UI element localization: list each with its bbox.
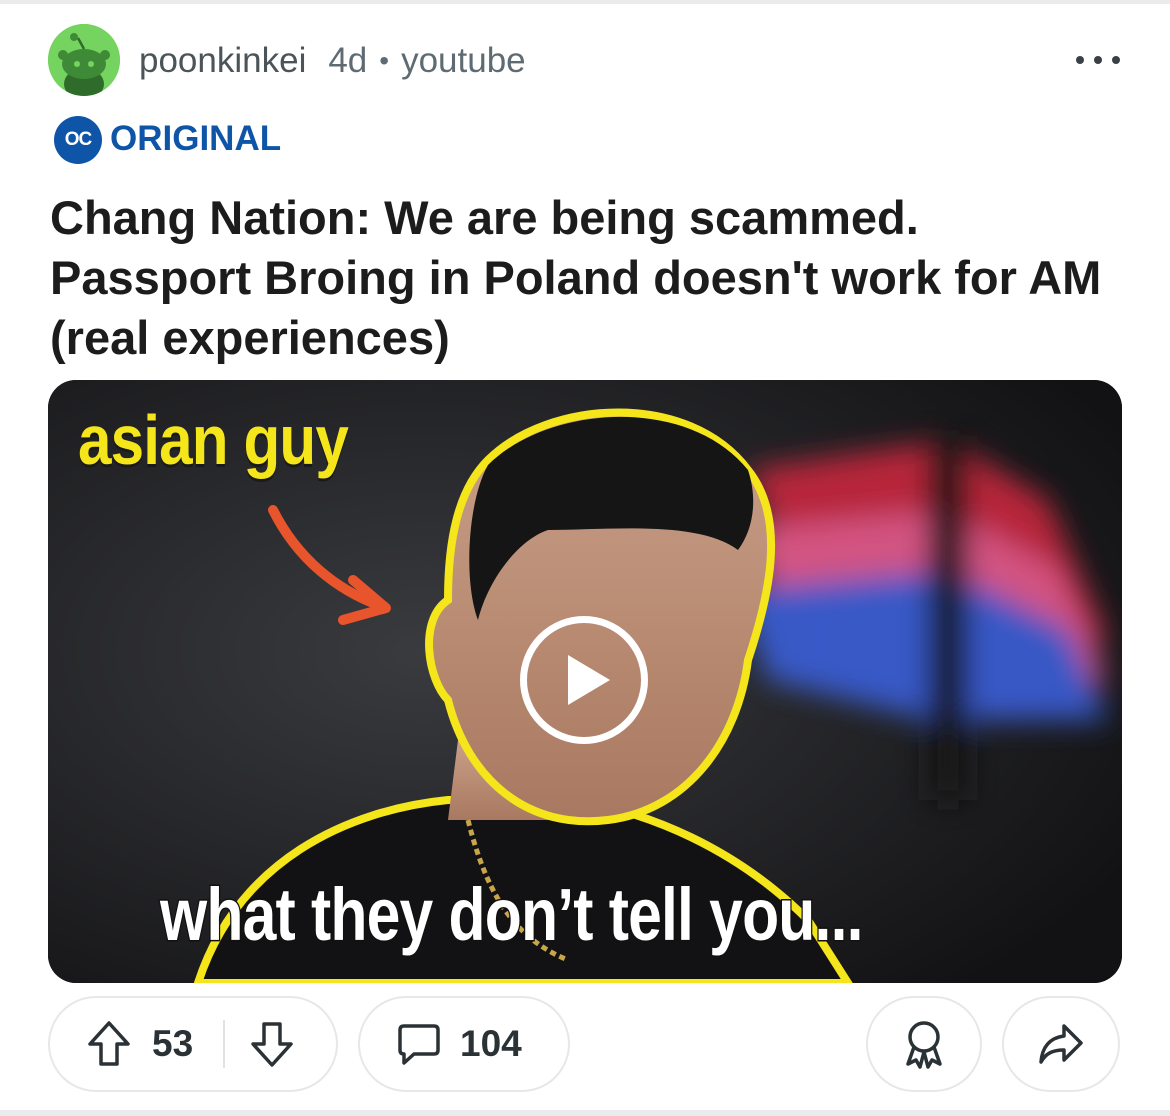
top-divider bbox=[0, 0, 1170, 4]
thumbnail-top-caption: asian guy bbox=[78, 401, 349, 479]
more-options-icon[interactable] bbox=[1076, 42, 1120, 78]
award-button[interactable] bbox=[866, 996, 982, 1092]
flair-label: ORIGINAL bbox=[110, 119, 282, 158]
bottom-divider bbox=[0, 1110, 1170, 1116]
upvote-count: 53 bbox=[152, 1023, 194, 1064]
snoo-avatar-icon[interactable] bbox=[48, 24, 120, 96]
post-age: 4d bbox=[328, 41, 368, 80]
post-meta: poonkinkei 4d • youtube bbox=[139, 38, 526, 84]
play-icon[interactable] bbox=[520, 616, 648, 744]
video-thumbnail[interactable]: asian guy what they don’t tell you... bbox=[48, 380, 1122, 983]
post-source[interactable]: youtube bbox=[401, 41, 526, 81]
downvote-icon[interactable] bbox=[249, 1020, 295, 1068]
vote-controls: 53 bbox=[48, 996, 338, 1092]
comment-icon bbox=[396, 1021, 442, 1067]
post-title[interactable]: Chang Nation: We are being scammed. Pass… bbox=[50, 188, 1130, 368]
share-icon bbox=[1037, 1021, 1085, 1067]
award-icon bbox=[899, 1018, 949, 1070]
oc-badge-icon: OC bbox=[54, 116, 102, 164]
share-button[interactable] bbox=[1002, 996, 1120, 1092]
comments-button[interactable]: 104 bbox=[358, 996, 570, 1092]
upvote-icon[interactable] bbox=[86, 1020, 132, 1068]
meta-separator: • bbox=[379, 45, 390, 76]
comment-count: 104 bbox=[460, 1023, 522, 1064]
thumbnail-bottom-caption: what they don’t tell you... bbox=[159, 872, 865, 958]
author-name[interactable]: poonkinkei bbox=[139, 41, 306, 81]
vote-divider bbox=[223, 1020, 226, 1068]
